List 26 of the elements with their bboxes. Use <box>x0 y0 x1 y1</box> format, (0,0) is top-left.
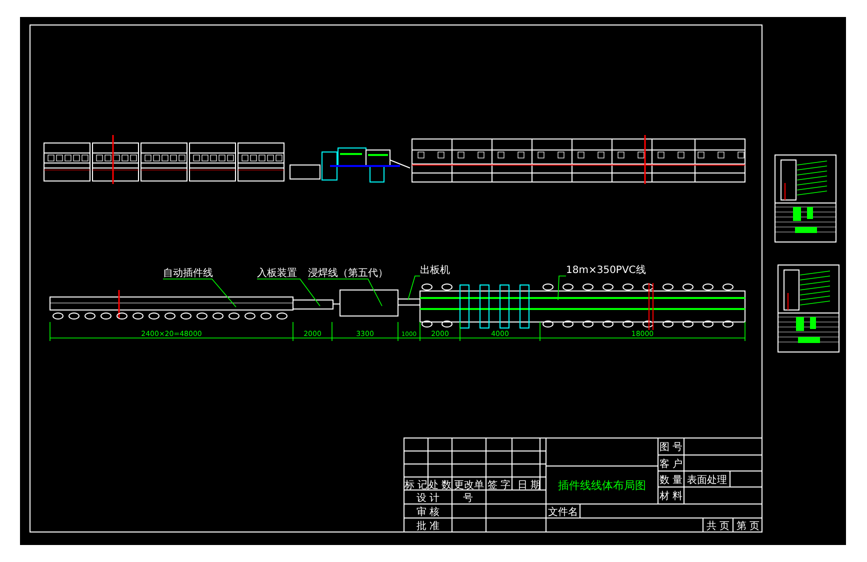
table-header: 处 数 <box>428 480 452 491</box>
table-cell: 表面处理 <box>687 475 727 486</box>
table-header: 日 期 <box>517 480 541 491</box>
callout-label: 18m×350PVC线 <box>566 265 646 276</box>
table-header: 标 记 <box>404 480 428 491</box>
table-header: 签 字 <box>487 480 511 491</box>
drawing-title: 插件线线体布局图 <box>558 479 646 492</box>
table-label: 共 页 <box>706 521 730 532</box>
table-header: 更改单 <box>454 480 484 491</box>
table-label: 数 量 <box>659 475 683 486</box>
leader-line <box>408 276 420 300</box>
table-label: 文件名 <box>548 507 578 518</box>
table-label: 批 准 <box>416 521 440 532</box>
table-label: 第 页 <box>736 521 760 532</box>
table-label: 设 计 <box>416 493 440 504</box>
callout-label: 出板机 <box>420 265 450 276</box>
table-label: 审 核 <box>416 507 440 518</box>
leader-line <box>558 276 566 300</box>
table-label: 材 料 <box>659 491 683 502</box>
leader-line <box>256 278 320 306</box>
callout-label: 自动插件线 <box>163 268 213 279</box>
callout-label: 浸焊线（第五代） <box>308 268 388 279</box>
table-label: 图 号 <box>659 442 683 453</box>
table-label: 客 户 <box>659 459 683 470</box>
callout-label: 入板装置 <box>257 268 297 279</box>
table-cell: 号 <box>463 493 473 504</box>
